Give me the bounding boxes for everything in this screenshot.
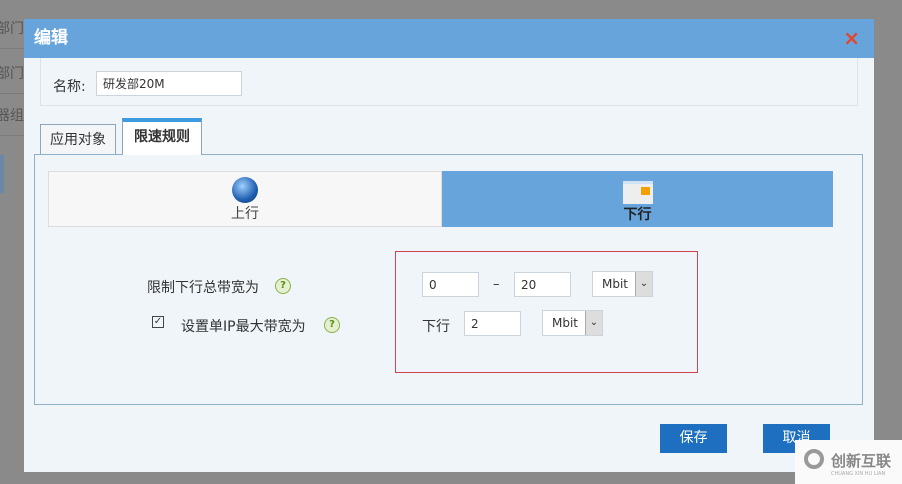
name-section: 名称: — [40, 58, 858, 106]
watermark-subtext: CHUANG XIN HU LIAN — [831, 471, 886, 477]
range-separator: – — [493, 277, 500, 292]
per-ip-unit-value: Mbit — [552, 316, 579, 330]
total-max-input[interactable] — [514, 272, 571, 297]
watermark-logo-icon — [804, 449, 824, 469]
background-row: 器组 — [0, 97, 24, 136]
save-button[interactable]: 保存 — [660, 424, 727, 453]
help-icon[interactable]: ? — [275, 278, 291, 294]
help-icon[interactable]: ? — [324, 317, 340, 333]
dialog-header: 编辑 — [24, 19, 874, 58]
chevron-down-icon: ⌄ — [635, 272, 652, 296]
total-min-input[interactable] — [422, 272, 479, 297]
name-label: 名称: — [53, 79, 86, 95]
tab-application-object[interactable]: 应用对象 — [40, 124, 116, 155]
per-ip-direction-label: 下行 — [422, 319, 450, 335]
total-unit-value: Mbit — [602, 277, 629, 291]
background-row: 务部门 — [0, 10, 24, 49]
per-ip-unit-select[interactable]: Mbit ⌄ — [542, 310, 603, 336]
close-icon[interactable]: × — [843, 28, 860, 48]
upload-toggle[interactable]: 上行 — [48, 171, 442, 227]
total-unit-select[interactable]: Mbit ⌄ — [592, 271, 653, 297]
total-bandwidth-label: 限制下行总带宽为 — [147, 280, 259, 296]
globe-icon — [232, 177, 258, 203]
card-icon — [622, 181, 653, 204]
background-row: 发部门 — [0, 55, 24, 94]
name-input[interactable] — [96, 71, 242, 96]
dialog-title: 编辑 — [34, 28, 68, 48]
download-toggle[interactable]: 下行 — [442, 171, 833, 227]
per-ip-label: 设置单IP最大带宽为 — [181, 319, 306, 335]
per-ip-checkbox[interactable]: ✓ — [152, 316, 164, 328]
watermark: 创新互联 CHUANG XIN HU LIAN — [795, 440, 902, 484]
rules-panel: 上行 下行 限制下行总带宽为 ? ✓ 设置单IP最大带宽为 ? – Mbit⌄ … — [34, 154, 863, 405]
upload-label: 上行 — [231, 206, 259, 222]
tab-rate-limit-rules[interactable]: 限速规则 — [122, 118, 202, 155]
per-ip-value-input[interactable] — [464, 311, 521, 336]
background-button — [0, 155, 4, 193]
chevron-down-icon: ⌄ — [585, 311, 602, 335]
download-label: 下行 — [623, 207, 652, 223]
watermark-text: 创新互联 — [831, 452, 892, 470]
edit-dialog: 编辑 × 名称: 应用对象 限速规则 上行 下行 限制下行总带宽为 ? ✓ 设置… — [24, 19, 874, 472]
